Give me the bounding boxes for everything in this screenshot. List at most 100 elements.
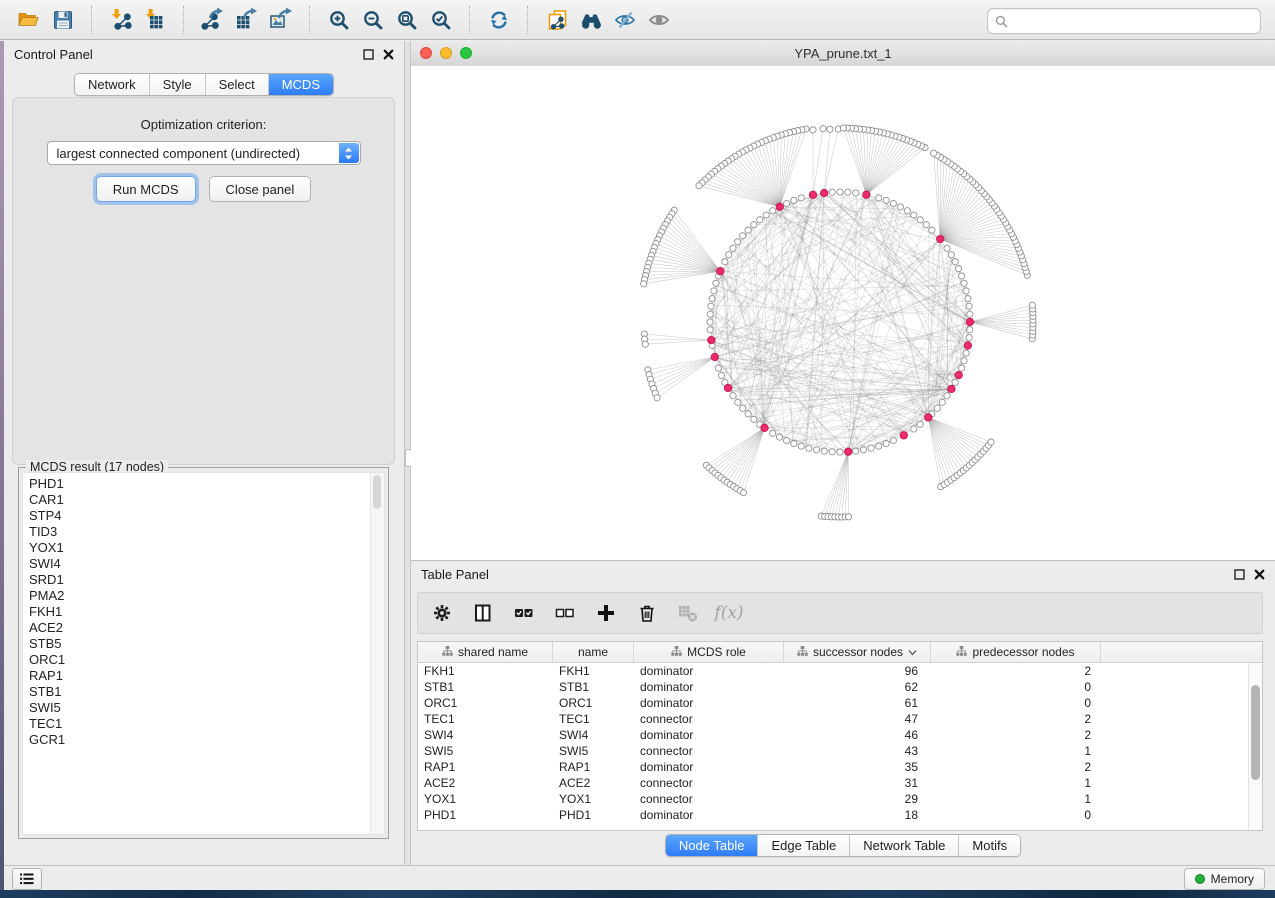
column-header-name[interactable]: name xyxy=(553,642,634,662)
select-stepper-icon xyxy=(339,143,359,163)
import-network-icon xyxy=(109,8,133,32)
memory-status-icon xyxy=(1195,874,1205,884)
settings-gear-button[interactable] xyxy=(430,601,454,625)
status-bar: Memory xyxy=(4,865,1275,890)
table-tabs: Node TableEdge TableNetwork TableMotifs xyxy=(411,834,1275,857)
close-panel-button[interactable]: Close panel xyxy=(209,176,312,202)
open-folder-button[interactable] xyxy=(12,5,46,35)
deselect-all-button[interactable] xyxy=(553,601,577,625)
add-row-button[interactable] xyxy=(594,601,618,625)
desktop-background xyxy=(0,890,1275,898)
import-network-button[interactable] xyxy=(104,5,138,35)
node-table[interactable]: shared namename MCDS role successor node… xyxy=(417,641,1263,831)
result-node-label: PMA2 xyxy=(29,588,384,604)
search-input[interactable] xyxy=(1012,11,1260,31)
panel-splitter[interactable] xyxy=(404,41,411,865)
network-graph[interactable] xyxy=(411,66,1275,560)
result-node-label: TID3 xyxy=(29,524,384,540)
zoom-selected-icon xyxy=(430,9,452,31)
delete-row-icon xyxy=(637,603,657,623)
deselect-all-icon xyxy=(555,603,575,623)
memory-button[interactable]: Memory xyxy=(1184,868,1265,890)
table-row[interactable]: STB1STB1dominator620 xyxy=(418,679,1262,695)
result-node-label: ORC1 xyxy=(29,652,384,668)
column-header-predecessor-nodes[interactable]: predecessor nodes xyxy=(931,642,1101,662)
toolbar-separator xyxy=(91,6,93,34)
zoom-in-button[interactable] xyxy=(322,5,356,35)
open-folder-icon xyxy=(17,8,41,32)
table-panel: Table Panel f(x) shared namename MCDS ro… xyxy=(411,560,1275,865)
search-icon xyxy=(995,15,1008,28)
application-window: Control Panel NetworkStyleSelectMCDS Opt… xyxy=(0,0,1275,898)
sort-desc-icon xyxy=(908,645,917,659)
table-row[interactable]: RAP1RAP1dominator352 xyxy=(418,759,1262,775)
import-table-button[interactable] xyxy=(138,5,172,35)
binoculars-button[interactable] xyxy=(574,5,608,35)
zoom-selected-button[interactable] xyxy=(424,5,458,35)
delete-row-button[interactable] xyxy=(635,601,659,625)
table-row[interactable]: TEC1TEC1connector472 xyxy=(418,711,1262,727)
column-header-shared-name[interactable]: shared name xyxy=(418,642,553,662)
tab-network[interactable]: Network xyxy=(75,74,149,95)
search-box[interactable] xyxy=(987,8,1261,34)
table-row[interactable]: SWI5SWI5connector431 xyxy=(418,743,1262,759)
column-header-successor-nodes[interactable]: successor nodes xyxy=(784,642,931,662)
float-panel-icon[interactable] xyxy=(1234,569,1245,580)
column-view-icon xyxy=(473,603,493,623)
show-visibility-button[interactable] xyxy=(642,5,676,35)
table-row[interactable]: YOX1YOX1connector291 xyxy=(418,791,1262,807)
close-panel-icon[interactable] xyxy=(1254,569,1265,580)
zoom-fit-button[interactable] xyxy=(390,5,424,35)
result-node-label: PHD1 xyxy=(29,476,384,492)
function-icon: f(x) xyxy=(714,603,743,623)
tab-select[interactable]: Select xyxy=(205,74,268,95)
control-panel-tabs: NetworkStyleSelectMCDS xyxy=(4,73,404,96)
export-image-button[interactable] xyxy=(264,5,298,35)
float-panel-icon[interactable] xyxy=(363,49,374,60)
result-node-label: CAR1 xyxy=(29,492,384,508)
toolbar-separator xyxy=(183,6,185,34)
column-view-button[interactable] xyxy=(471,601,495,625)
mcds-result-list: PHD1CAR1STP4TID3YOX1SWI4SRD1PMA2FKH1ACE2… xyxy=(22,472,385,835)
column-header-MCDS-role[interactable]: MCDS role xyxy=(634,642,784,662)
table-tab-motifs[interactable]: Motifs xyxy=(958,835,1020,856)
table-scrollbar[interactable] xyxy=(1248,663,1262,830)
export-table-button[interactable] xyxy=(230,5,264,35)
network-canvas[interactable] xyxy=(411,66,1275,560)
export-image-icon xyxy=(269,8,293,32)
run-mcds-button[interactable]: Run MCDS xyxy=(96,176,196,202)
select-all-button[interactable] xyxy=(512,601,536,625)
table-tab-edge-table[interactable]: Edge Table xyxy=(757,835,849,856)
list-icon xyxy=(20,873,34,885)
tab-mcds[interactable]: MCDS xyxy=(268,74,333,95)
toolbar-separator xyxy=(469,6,471,34)
status-menu-button[interactable] xyxy=(12,868,42,890)
result-scrollbar[interactable] xyxy=(370,473,384,834)
result-node-label: GCR1 xyxy=(29,732,384,748)
hierarchy-icon xyxy=(671,645,682,659)
tab-style[interactable]: Style xyxy=(149,74,205,95)
table-panel-title: Table Panel xyxy=(421,567,1234,582)
save-button[interactable] xyxy=(46,5,80,35)
share-document-button[interactable] xyxy=(540,5,574,35)
refresh-button[interactable] xyxy=(482,5,516,35)
close-panel-icon[interactable] xyxy=(383,49,394,60)
table-tab-node-table[interactable]: Node Table xyxy=(666,835,758,856)
zoom-out-button[interactable] xyxy=(356,5,390,35)
optimization-criterion-select[interactable]: largest connected component (undirected) xyxy=(47,141,361,165)
network-window-titlebar: YPA_prune.txt_1 xyxy=(411,40,1275,67)
hide-visibility-button[interactable] xyxy=(608,5,642,35)
select-all-icon xyxy=(514,603,534,623)
export-network-icon xyxy=(201,8,225,32)
table-row[interactable]: SWI4SWI4dominator462 xyxy=(418,727,1262,743)
delete-table-icon xyxy=(678,603,698,623)
control-panel: Control Panel NetworkStyleSelectMCDS Opt… xyxy=(4,41,404,865)
table-row[interactable]: FKH1FKH1dominator962 xyxy=(418,663,1262,679)
export-network-button[interactable] xyxy=(196,5,230,35)
result-node-label: RAP1 xyxy=(29,668,384,684)
table-row[interactable]: PHD1PHD1dominator180 xyxy=(418,807,1262,823)
table-tab-network-table[interactable]: Network Table xyxy=(849,835,958,856)
table-row[interactable]: ORC1ORC1dominator610 xyxy=(418,695,1262,711)
table-row[interactable]: ACE2ACE2connector311 xyxy=(418,775,1262,791)
settings-gear-icon xyxy=(432,603,452,623)
